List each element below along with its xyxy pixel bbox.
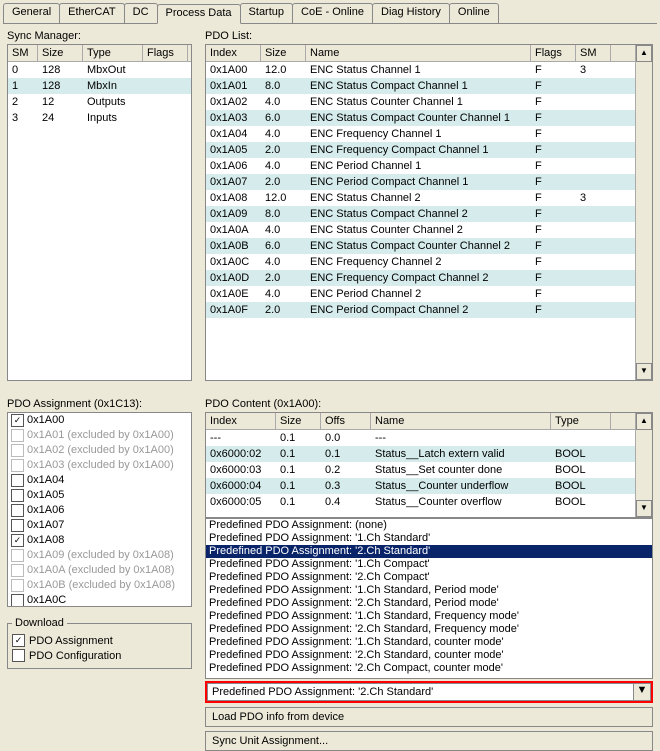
pdo-list-row[interactable]: 0x1A0812.0ENC Status Channel 2F3 <box>206 190 635 206</box>
tab-process-data[interactable]: Process Data <box>157 4 241 24</box>
pdo-content-row[interactable]: 0x6000:030.10.2Status__Set counter doneB… <box>206 462 635 478</box>
sync-unit-button[interactable]: Sync Unit Assignment... <box>205 731 653 751</box>
pdo-assignment-list[interactable]: ✓0x1A000x1A01 (excluded by 0x1A00)0x1A02… <box>7 412 192 607</box>
predefined-option[interactable]: Predefined PDO Assignment: '1.Ch Standar… <box>206 584 652 597</box>
pdo-content-row[interactable]: 0x6000:050.10.4Status__Counter overflowB… <box>206 494 635 510</box>
pdo-list-row[interactable]: 0x1A098.0ENC Status Compact Channel 2F <box>206 206 635 222</box>
sync-row[interactable]: 0128MbxOut <box>8 62 191 78</box>
assignment-item[interactable]: 0x1A06 <box>8 503 191 518</box>
predefined-option[interactable]: Predefined PDO Assignment: '1.Ch Compact… <box>206 558 652 571</box>
predefined-option[interactable]: Predefined PDO Assignment: '2.Ch Compact… <box>206 571 652 584</box>
predefined-assignment-combo[interactable]: Predefined PDO Assignment: '2.Ch Standar… <box>205 681 653 703</box>
tab-general[interactable]: General <box>3 3 60 23</box>
assignment-item: 0x1A0B (excluded by 0x1A08) <box>8 578 191 593</box>
tab-online[interactable]: Online <box>449 3 499 23</box>
assignment-item[interactable]: 0x1A05 <box>8 488 191 503</box>
scroll-down-icon[interactable]: ▼ <box>636 363 652 380</box>
predefined-option[interactable]: Predefined PDO Assignment: '2.Ch Standar… <box>206 649 652 662</box>
pdo-list-row[interactable]: 0x1A072.0ENC Period Compact Channel 1F <box>206 174 635 190</box>
download-group-title: Download <box>12 617 67 629</box>
predefined-option[interactable]: Predefined PDO Assignment: '2.Ch Compact… <box>206 662 652 675</box>
pdo-list-row[interactable]: 0x1A044.0ENC Frequency Channel 1F <box>206 126 635 142</box>
assignment-item[interactable]: 0x1A0C <box>8 593 191 607</box>
assignment-item: 0x1A03 (excluded by 0x1A00) <box>8 458 191 473</box>
assignment-item: 0x1A02 (excluded by 0x1A00) <box>8 443 191 458</box>
tab-coe-online[interactable]: CoE - Online <box>292 3 373 23</box>
tab-ethercat[interactable]: EtherCAT <box>59 3 124 23</box>
predefined-option[interactable]: Predefined PDO Assignment: '2.Ch Standar… <box>206 597 652 610</box>
sync-row[interactable]: 212Outputs <box>8 94 191 110</box>
pdo-list-row[interactable]: 0x1A0F2.0ENC Period Compact Channel 2F <box>206 302 635 318</box>
scrollbar[interactable]: ▲ ▼ <box>635 45 652 380</box>
pdo-assignment-checkbox[interactable]: ✓PDO Assignment <box>12 634 187 647</box>
tab-diag-history[interactable]: Diag History <box>372 3 450 23</box>
sync-manager-label: Sync Manager: <box>7 30 192 42</box>
pdo-content-row[interactable]: ---0.10.0--- <box>206 430 635 446</box>
pdo-content-table[interactable]: IndexSizeOffsNameType ---0.10.0---0x6000… <box>205 412 653 518</box>
assignment-item: 0x1A0A (excluded by 0x1A08) <box>8 563 191 578</box>
pdo-list-row[interactable]: 0x1A036.0ENC Status Compact Counter Chan… <box>206 110 635 126</box>
pdo-content-label: PDO Content (0x1A00): <box>205 398 653 410</box>
pdo-list-row[interactable]: 0x1A0A4.0ENC Status Counter Channel 2F <box>206 222 635 238</box>
assignment-item: 0x1A01 (excluded by 0x1A00) <box>8 428 191 443</box>
pdo-list-row[interactable]: 0x1A064.0ENC Period Channel 1F <box>206 158 635 174</box>
predefined-option[interactable]: Predefined PDO Assignment: '2.Ch Standar… <box>206 545 652 558</box>
predefined-option[interactable]: Predefined PDO Assignment: '2.Ch Standar… <box>206 623 652 636</box>
tab-dc[interactable]: DC <box>124 3 158 23</box>
pdo-list-row[interactable]: 0x1A024.0ENC Status Counter Channel 1F <box>206 94 635 110</box>
predefined-assignment-dropdown-list[interactable]: Predefined PDO Assignment: (none)Predefi… <box>205 518 653 679</box>
pdo-list-row[interactable]: 0x1A0C4.0ENC Frequency Channel 2F <box>206 254 635 270</box>
sync-manager-table[interactable]: SMSizeTypeFlags 0128MbxOut1128MbxIn212Ou… <box>7 44 192 381</box>
download-group: Download ✓PDO Assignment PDO Configurati… <box>7 623 192 669</box>
scrollbar[interactable]: ▲ ▼ <box>635 413 652 517</box>
dropdown-icon[interactable]: ▼ <box>633 683 651 701</box>
tab-startup[interactable]: Startup <box>240 3 293 23</box>
sync-row[interactable]: 324Inputs <box>8 110 191 126</box>
load-pdo-button[interactable]: Load PDO info from device <box>205 707 653 727</box>
pdo-list-row[interactable]: 0x1A0E4.0ENC Period Channel 2F <box>206 286 635 302</box>
assignment-item[interactable]: 0x1A07 <box>8 518 191 533</box>
pdo-content-row[interactable]: 0x6000:040.10.3Status__Counter underflow… <box>206 478 635 494</box>
pdo-configuration-checkbox[interactable]: PDO Configuration <box>12 649 187 662</box>
pdo-list-row[interactable]: 0x1A0D2.0ENC Frequency Compact Channel 2… <box>206 270 635 286</box>
predefined-option[interactable]: Predefined PDO Assignment: '1.Ch Standar… <box>206 532 652 545</box>
scroll-down-icon[interactable]: ▼ <box>636 500 652 517</box>
assignment-item[interactable]: 0x1A04 <box>8 473 191 488</box>
assignment-item[interactable]: ✓0x1A00 <box>8 413 191 428</box>
scroll-up-icon[interactable]: ▲ <box>636 45 652 62</box>
pdo-list-row[interactable]: 0x1A052.0ENC Frequency Compact Channel 1… <box>206 142 635 158</box>
predefined-option[interactable]: Predefined PDO Assignment: (none) <box>206 519 652 532</box>
predefined-assignment-value: Predefined PDO Assignment: '2.Ch Standar… <box>207 683 633 701</box>
sync-row[interactable]: 1128MbxIn <box>8 78 191 94</box>
assignment-item[interactable]: ✓0x1A08 <box>8 533 191 548</box>
pdo-list-row[interactable]: 0x1A0012.0ENC Status Channel 1F3 <box>206 62 635 78</box>
pdo-content-row[interactable]: 0x6000:020.10.1Status__Latch extern vali… <box>206 446 635 462</box>
pdo-list-row[interactable]: 0x1A018.0ENC Status Compact Channel 1F <box>206 78 635 94</box>
predefined-option[interactable]: Predefined PDO Assignment: '1.Ch Standar… <box>206 610 652 623</box>
scroll-up-icon[interactable]: ▲ <box>636 413 652 430</box>
pdo-assignment-label: PDO Assignment (0x1C13): <box>7 398 192 410</box>
pdo-list-table[interactable]: IndexSizeNameFlagsSM 0x1A0012.0ENC Statu… <box>205 44 653 381</box>
assignment-item: 0x1A09 (excluded by 0x1A08) <box>8 548 191 563</box>
pdo-list-row[interactable]: 0x1A0B6.0ENC Status Compact Counter Chan… <box>206 238 635 254</box>
pdo-list-label: PDO List: <box>205 30 653 42</box>
predefined-option[interactable]: Predefined PDO Assignment: '1.Ch Standar… <box>206 636 652 649</box>
